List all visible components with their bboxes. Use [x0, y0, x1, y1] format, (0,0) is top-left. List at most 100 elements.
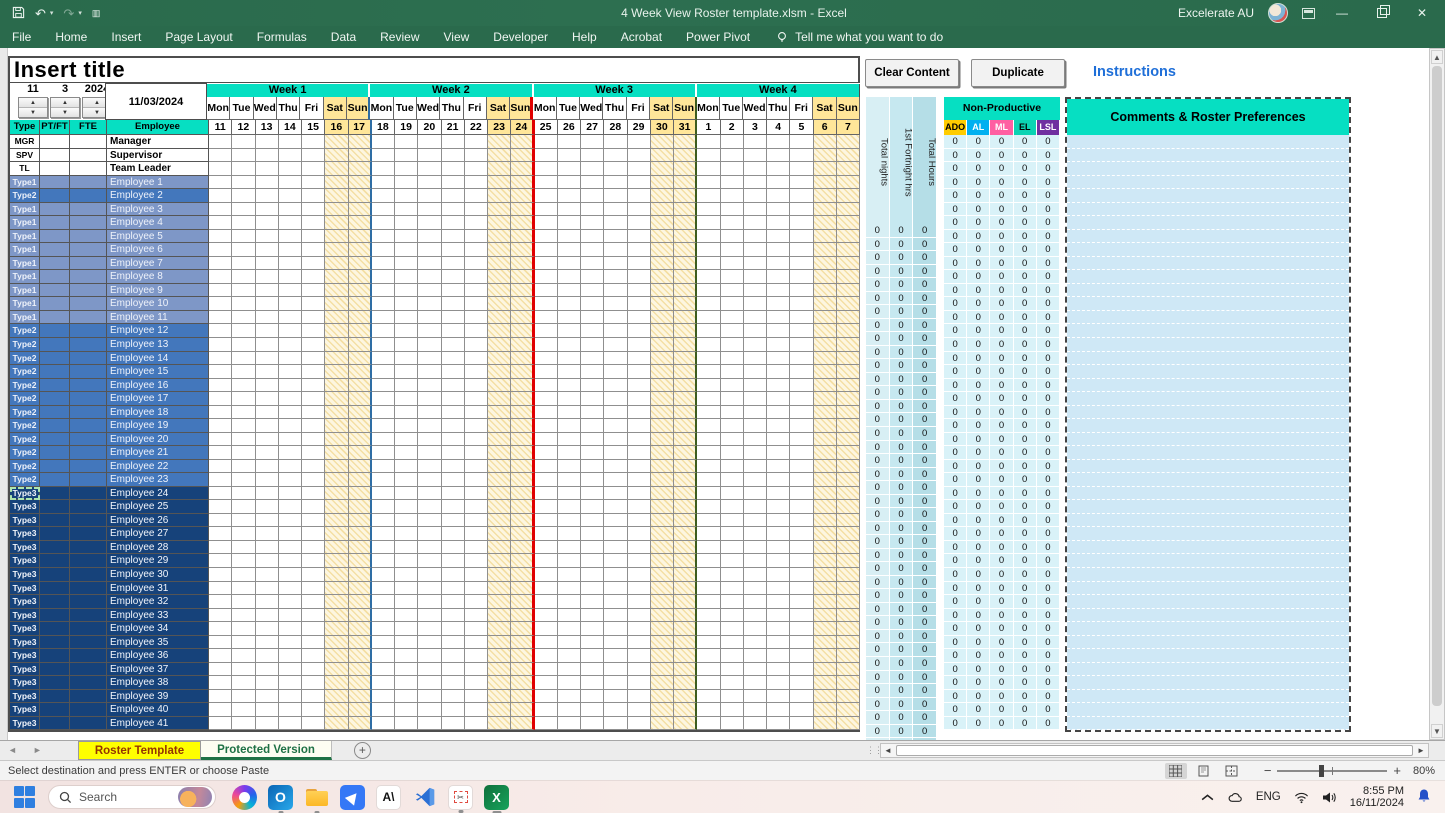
totals-value-cell[interactable]: 0: [866, 373, 890, 387]
shift-cell[interactable]: [209, 149, 232, 163]
shift-cell[interactable]: [721, 609, 744, 623]
shift-cell[interactable]: [628, 433, 651, 447]
fte-cell[interactable]: [70, 162, 107, 176]
fte-cell[interactable]: [70, 514, 107, 528]
nonproductive-value-cell[interactable]: 0: [944, 446, 967, 460]
shift-cell[interactable]: [674, 419, 697, 433]
shift-cell[interactable]: [418, 595, 441, 609]
shift-cell[interactable]: [790, 338, 813, 352]
shift-cell[interactable]: [418, 203, 441, 217]
shift-cell[interactable]: [349, 162, 372, 176]
shift-cell[interactable]: [372, 284, 395, 298]
totals-value-cell[interactable]: 0: [890, 224, 914, 238]
shift-cell[interactable]: [651, 365, 674, 379]
shift-cell[interactable]: [790, 203, 813, 217]
shift-cell[interactable]: [488, 554, 511, 568]
totals-value-cell[interactable]: 0: [913, 576, 937, 590]
shift-cell[interactable]: [535, 487, 558, 501]
shift-cell[interactable]: [558, 433, 581, 447]
day-name-cell[interactable]: Fri: [627, 97, 650, 120]
shift-cell[interactable]: [697, 257, 720, 271]
shift-cell[interactable]: [372, 663, 395, 677]
shift-cell[interactable]: [558, 487, 581, 501]
nonproductive-value-cell[interactable]: 0: [990, 582, 1013, 596]
shift-cell[interactable]: [209, 243, 232, 257]
nonproductive-value-cell[interactable]: 0: [990, 162, 1013, 176]
ptft-cell[interactable]: [40, 270, 70, 284]
shift-cell[interactable]: [256, 324, 279, 338]
shift-cell[interactable]: [744, 663, 767, 677]
taskbar-app-claude[interactable]: A\: [376, 785, 401, 810]
shift-cell[interactable]: [302, 392, 325, 406]
shift-cell[interactable]: [651, 582, 674, 596]
comment-row[interactable]: [1067, 541, 1349, 555]
totals-value-cell[interactable]: 0: [890, 305, 914, 319]
shift-cell[interactable]: [814, 270, 837, 284]
shift-cell[interactable]: [349, 297, 372, 311]
shift-cell[interactable]: [488, 500, 511, 514]
shift-cell[interactable]: [535, 365, 558, 379]
shift-cell[interactable]: [232, 649, 255, 663]
shift-cell[interactable]: [325, 149, 348, 163]
shift-cell[interactable]: [256, 216, 279, 230]
date-cell[interactable]: 5: [790, 120, 813, 135]
shift-cell[interactable]: [256, 419, 279, 433]
shift-cell[interactable]: [790, 690, 813, 704]
undo-icon[interactable]: ↶: [35, 7, 46, 20]
shift-cell[interactable]: [837, 703, 860, 717]
shift-cell[interactable]: [721, 460, 744, 474]
date-cell[interactable]: 3: [744, 120, 767, 135]
employee-name-cell[interactable]: Employee 30: [107, 568, 209, 582]
comment-row[interactable]: [1067, 365, 1349, 379]
nonproductive-value-cell[interactable]: 0: [1014, 203, 1037, 217]
shift-cell[interactable]: [209, 500, 232, 514]
shift-cell[interactable]: [395, 324, 418, 338]
comment-row[interactable]: [1067, 189, 1349, 203]
shift-cell[interactable]: [674, 338, 697, 352]
ptft-cell[interactable]: [40, 703, 70, 717]
comment-row[interactable]: [1067, 676, 1349, 690]
nonproductive-value-cell[interactable]: 0: [944, 703, 967, 717]
shift-cell[interactable]: [744, 365, 767, 379]
shift-cell[interactable]: [395, 473, 418, 487]
shift-cell[interactable]: [256, 554, 279, 568]
ptft-cell[interactable]: [40, 676, 70, 690]
nonproductive-value-cell[interactable]: 0: [967, 203, 990, 217]
shift-cell[interactable]: [814, 487, 837, 501]
nonproductive-value-cell[interactable]: 0: [967, 311, 990, 325]
shift-cell[interactable]: [325, 284, 348, 298]
shift-cell[interactable]: [325, 514, 348, 528]
shift-cell[interactable]: [697, 243, 720, 257]
ptft-cell[interactable]: [40, 297, 70, 311]
totals-value-cell[interactable]: 0: [890, 630, 914, 644]
totals-value-cell[interactable]: 0: [890, 508, 914, 522]
nonproductive-value-cell[interactable]: 0: [944, 379, 967, 393]
shift-cell[interactable]: [744, 352, 767, 366]
shift-cell[interactable]: [651, 676, 674, 690]
shift-cell[interactable]: [721, 622, 744, 636]
nonproductive-value-cell[interactable]: 0: [1037, 379, 1060, 393]
shift-cell[interactable]: [697, 176, 720, 190]
shift-cell[interactable]: [279, 568, 302, 582]
shift-cell[interactable]: [442, 149, 465, 163]
shift-cell[interactable]: [372, 257, 395, 271]
date-cell[interactable]: 15: [302, 120, 325, 135]
shift-cell[interactable]: [279, 352, 302, 366]
nonproductive-value-cell[interactable]: 0: [944, 216, 967, 230]
ptft-cell[interactable]: [40, 189, 70, 203]
shift-cell[interactable]: [488, 649, 511, 663]
fte-cell[interactable]: [70, 690, 107, 704]
shift-cell[interactable]: [465, 270, 488, 284]
shift-cell[interactable]: [442, 406, 465, 420]
shift-cell[interactable]: [581, 297, 604, 311]
shift-cell[interactable]: [349, 243, 372, 257]
shift-cell[interactable]: [697, 230, 720, 244]
nonproductive-value-cell[interactable]: 0: [990, 649, 1013, 663]
shift-cell[interactable]: [465, 189, 488, 203]
shift-cell[interactable]: [279, 649, 302, 663]
totals-value-cell[interactable]: 0: [866, 549, 890, 563]
nonproductive-value-cell[interactable]: 0: [1014, 311, 1037, 325]
shift-cell[interactable]: [349, 311, 372, 325]
shift-cell[interactable]: [465, 149, 488, 163]
shift-cell[interactable]: [511, 690, 534, 704]
